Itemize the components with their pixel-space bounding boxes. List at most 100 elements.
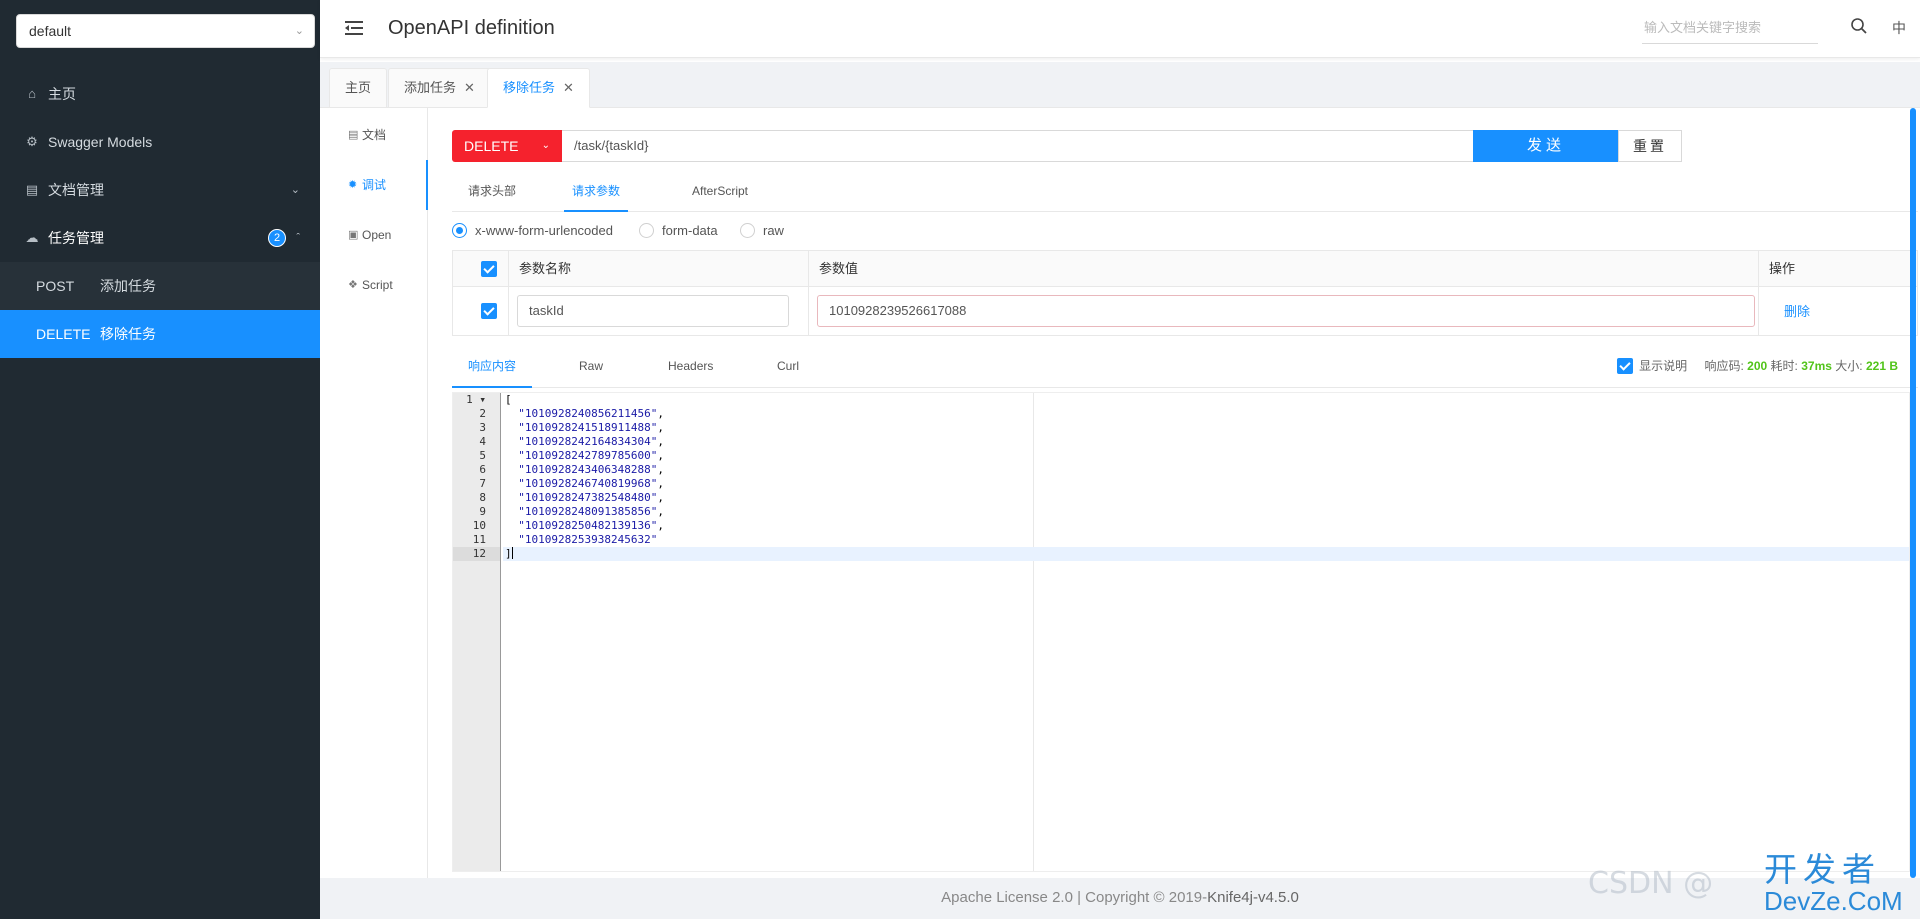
vtab-debug[interactable]: ✹ 调试 [320, 160, 428, 210]
code-line: "1010928248091385856", [518, 505, 664, 518]
tab-request-params[interactable]: 请求参数 [564, 174, 628, 212]
param-value-cell: 1010928239526617088 [809, 287, 1759, 336]
close-icon[interactable]: ✕ [464, 80, 475, 95]
page-tabs: 主页 添加任务 ✕ 移除任务 ✕ [320, 62, 1920, 108]
response-time: 37ms [1801, 359, 1832, 373]
select-all-checkbox[interactable] [481, 261, 497, 277]
sidebar-item-doc-management[interactable]: ▤ 文档管理 ⌄ [0, 166, 320, 214]
radio-raw[interactable]: raw [740, 222, 784, 240]
line-number: 3 [479, 421, 486, 434]
param-name-input[interactable]: taskId [517, 295, 789, 327]
table-row: taskId 1010928239526617088 删除 [453, 287, 1917, 336]
vtab-label: Script [362, 278, 393, 292]
method-select[interactable]: DELETE ⌄ [452, 130, 562, 162]
status-code: 200 [1747, 359, 1768, 373]
search-icon[interactable] [1850, 17, 1868, 35]
tab-add-task[interactable]: 添加任务 ✕ [388, 68, 491, 108]
radio-checked-icon [452, 223, 467, 238]
doc-icon: ▤ [348, 129, 359, 141]
string-token: "1010928243406348288" [518, 463, 658, 476]
string-token: "1010928242789785600" [518, 449, 658, 462]
tab-remove-task[interactable]: 移除任务 ✕ [487, 68, 590, 108]
line-number: 12 [453, 547, 500, 561]
line-number: 7 [479, 477, 486, 490]
method-value: DELETE [464, 138, 519, 154]
params-table: 参数名称 参数值 操作 taskId 1010928239526617088 删… [452, 250, 1918, 336]
radio-unchecked-icon [639, 223, 654, 238]
row-checkbox[interactable] [481, 303, 497, 319]
home-icon: ⌂ [28, 86, 36, 101]
radio-form-data[interactable]: form-data [639, 222, 718, 240]
tab-label: 主页 [345, 80, 372, 95]
tab-home[interactable]: 主页 [329, 68, 388, 108]
csdn-watermark: CSDN @ [1588, 866, 1714, 901]
sidebar-menu: ⌂ 主页 ⚙ Swagger Models ▤ 文档管理 ⌄ ☁ 任务管理 2 … [0, 70, 320, 358]
vtab-script[interactable]: ❖ Script [320, 260, 427, 310]
radio-label: raw [763, 223, 784, 238]
http-method: DELETE [36, 326, 91, 342]
radio-unchecked-icon [740, 223, 755, 238]
tab-after-script[interactable]: AfterScript [692, 174, 748, 212]
radio-urlencoded[interactable]: x-www-form-urlencoded [452, 222, 613, 240]
show-desc-checkbox[interactable] [1617, 358, 1634, 374]
line-number: 9 [479, 505, 486, 518]
vertical-scrollbar[interactable] [1910, 108, 1916, 878]
sidebar-subitem-add-task[interactable]: POST 添加任务 [0, 262, 320, 310]
line-number-gutter: 1 ▾ 2 3 4 5 6 7 8 9 10 11 12 [453, 393, 501, 871]
vtab-label: 文档 [362, 128, 387, 142]
line-number: 10 [472, 519, 486, 532]
header-value: 参数值 [809, 251, 1759, 286]
string-token: "1010928248091385856" [518, 505, 658, 518]
sidebar: default ⌄ ⌂ 主页 ⚙ Swagger Models ▤ 文档管理 ⌄… [0, 0, 320, 919]
code-icon: ❖ [348, 279, 358, 291]
line-number: 8 [479, 491, 486, 504]
search-input[interactable]: 输入文档关键字搜索 [1642, 14, 1818, 44]
column-header: 操作 [1769, 261, 1796, 276]
url-input[interactable]: /task/{taskId} [562, 130, 1475, 162]
param-action-cell: 删除 [1759, 287, 1917, 336]
code-line: "1010928246740819968", [518, 477, 664, 490]
site-watermark-en: DevZe.CoM [1764, 886, 1903, 916]
vtab-doc[interactable]: ▤ 文档 [320, 110, 427, 160]
vtab-label: 调试 [362, 178, 387, 192]
chevron-down-icon: ⌄ [294, 25, 304, 37]
string-token: "1010928246740819968" [518, 477, 658, 490]
sidebar-item-swagger-models[interactable]: ⚙ Swagger Models [0, 118, 320, 166]
request-bar: DELETE ⌄ /task/{taskId} 发送 重置 [452, 130, 1682, 162]
show-desc-label: 显示说明 [1639, 359, 1688, 373]
reset-button[interactable]: 重置 [1618, 130, 1682, 162]
top-header: OpenAPI definition 输入文档关键字搜索 中 [320, 0, 1920, 58]
string-token: "1010928241518911488" [518, 421, 658, 434]
tab-curl[interactable]: Curl [777, 352, 799, 388]
cloud-icon: ☁ [25, 230, 39, 245]
delete-link[interactable]: 删除 [1784, 287, 1810, 336]
string-token: "1010928242164834304" [518, 435, 658, 448]
text-cursor [511, 547, 513, 559]
tab-headers[interactable]: Headers [668, 352, 713, 388]
tab-response-content[interactable]: 响应内容 [452, 352, 532, 388]
size-label: 大小: [1835, 359, 1863, 373]
menu-fold-icon[interactable] [344, 18, 364, 38]
sidebar-item-task-management[interactable]: ☁ 任务管理 2 ˆ [0, 214, 320, 262]
language-switch[interactable]: 中 [1892, 18, 1906, 38]
tab-request-headers[interactable]: 请求头部 [468, 174, 516, 212]
sidebar-subitem-remove-task[interactable]: DELETE 移除任务 [0, 310, 320, 358]
response-editor[interactable]: 1 ▾ 2 3 4 5 6 7 8 9 10 11 12 [ "1010928240856211456… [452, 392, 1910, 872]
send-button[interactable]: 发送 [1473, 130, 1619, 162]
string-token: "1010928247382548480" [518, 491, 658, 504]
time-label: 耗时: [1770, 359, 1798, 373]
sidebar-item-home[interactable]: ⌂ 主页 [0, 70, 320, 118]
group-select[interactable]: default ⌄ [16, 14, 315, 48]
vtab-open[interactable]: ▣ Open [320, 210, 427, 260]
chevron-up-icon: ˆ [296, 232, 300, 244]
tab-label: 添加任务 [404, 80, 457, 95]
close-icon[interactable]: ✕ [563, 80, 574, 95]
site-watermark-cn: 开发者 [1764, 851, 1881, 888]
line-number: 5 [479, 449, 486, 462]
code-line: "1010928242789785600", [518, 449, 664, 462]
sidebar-item-label: Swagger Models [48, 134, 153, 150]
code-line: "1010928250482139136", [518, 519, 664, 532]
line-number: 11 [472, 533, 486, 546]
param-value-input[interactable]: 1010928239526617088 [817, 295, 1755, 327]
tab-raw[interactable]: Raw [579, 352, 603, 388]
